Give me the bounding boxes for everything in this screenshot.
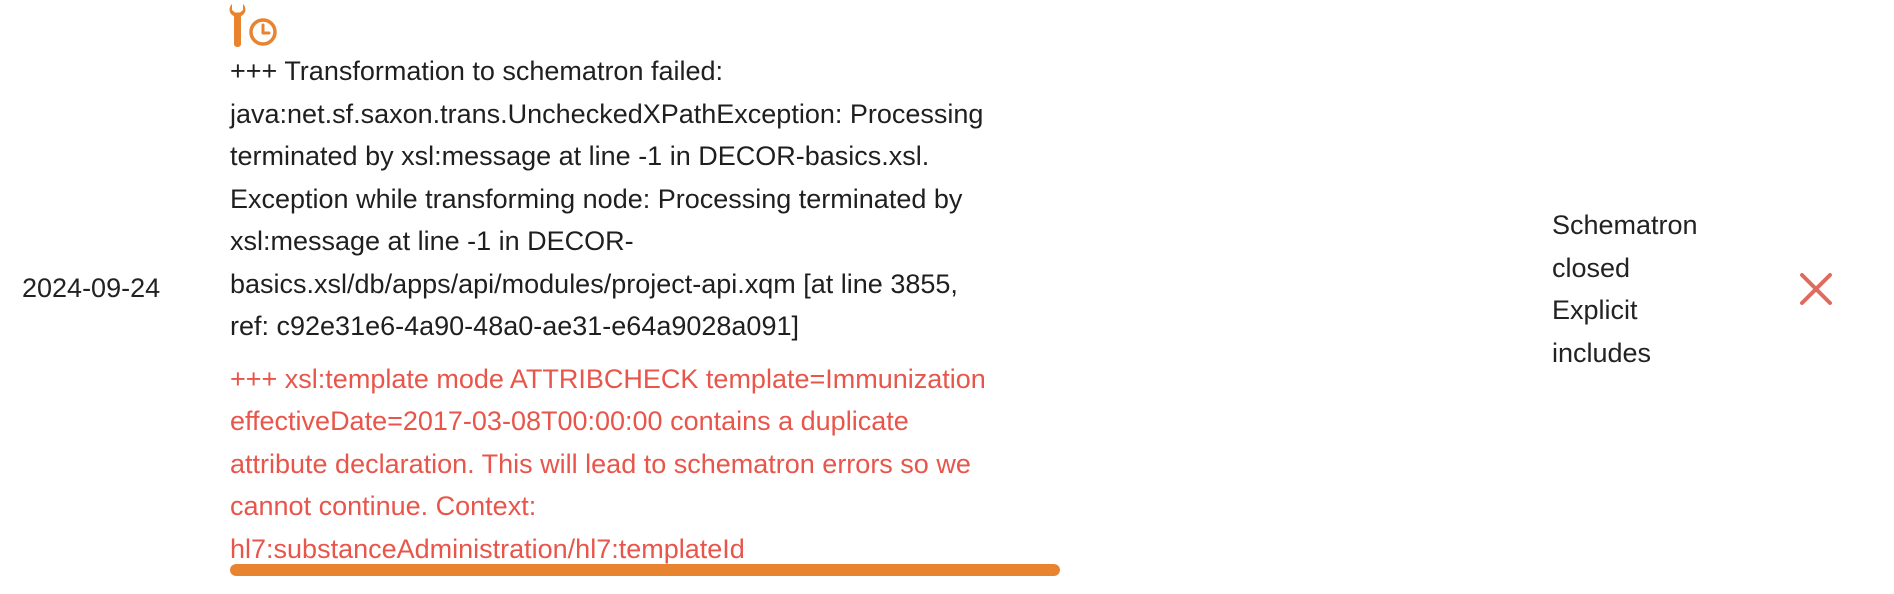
wrench-clock-icon xyxy=(228,2,280,48)
message-line: basics.xsl/db/apps/api/modules/project-a… xyxy=(230,268,958,299)
progress-bar xyxy=(230,564,1060,576)
message-line: Exception while transforming node: Proce… xyxy=(230,183,963,214)
message-line: xsl:message at line -1 in DECOR- xyxy=(230,226,634,256)
request-date: 2024-09-24 xyxy=(22,273,161,303)
option-line: Schematron xyxy=(1552,210,1698,240)
error-line: effectiveDate=2017-03-08T00:00:00 contai… xyxy=(230,406,909,436)
option-line: includes xyxy=(1552,337,1652,368)
error-line: attribute declaration. This will lead to… xyxy=(230,448,971,479)
message-line: terminated by xsl:message at line -1 in … xyxy=(230,141,930,171)
message-line: ref: c92e31e6-4a90-48a0-ae31-e64a9028a09… xyxy=(230,311,799,341)
message-line: +++ Transformation to schematron failed: xyxy=(230,56,724,86)
option-line: closed xyxy=(1552,252,1631,283)
transformation-message: +++ Transformation to schematron failed:… xyxy=(230,50,1060,348)
publication-request-row: 2024-09-24 +++ Transformation to schemat… xyxy=(0,0,1894,594)
options-cell: Schematron closed Explicit includes xyxy=(1552,204,1752,374)
option-line: Explicit xyxy=(1552,295,1638,325)
progress-bar-fill xyxy=(230,564,1060,576)
error-line: hl7:substanceAdministration/hl7:template… xyxy=(230,533,745,564)
message-line: java:net.sf.saxon.trans.UncheckedXPathEx… xyxy=(230,98,984,129)
close-icon[interactable] xyxy=(1797,270,1835,308)
message-cell: +++ Transformation to schematron failed:… xyxy=(230,50,1060,570)
error-message: +++ xsl:template mode ATTRIBCHECK templa… xyxy=(230,358,1060,571)
error-line: +++ xsl:template mode ATTRIBCHECK templa… xyxy=(230,363,986,394)
error-line: cannot continue. Context: xyxy=(230,491,537,521)
